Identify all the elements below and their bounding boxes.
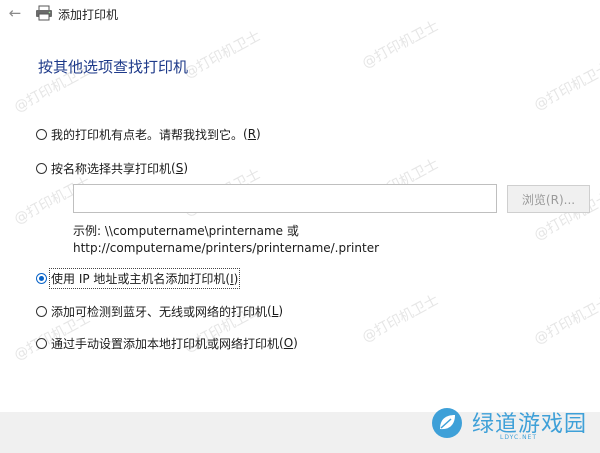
shared-printer-input[interactable] bbox=[73, 184, 497, 213]
example-line-2: http://computername/printers/printername… bbox=[73, 241, 380, 255]
option-bluetooth-wireless-label: 添加可检测到蓝牙、无线或网络的打印机 bbox=[51, 304, 268, 319]
radio-ip-address[interactable] bbox=[36, 272, 47, 284]
title-bar: ← 添加打印机 bbox=[0, 0, 600, 28]
page-heading: 按其他选项查找打印机 bbox=[38, 58, 189, 76]
example-line-1: 示例: \\computername\printername 或 bbox=[73, 224, 299, 238]
option-manual-setup-label: 通过手动设置添加本地打印机或网络打印机 bbox=[51, 336, 280, 351]
option-ip-address-label-group: 使用 IP 地址或主机名添加打印机(I) bbox=[48, 267, 241, 289]
site-logo: 绿道游戏园 LDYC.NET bbox=[424, 402, 594, 448]
watermark: @打印机卫士 bbox=[531, 60, 600, 114]
back-arrow-icon[interactable]: ← bbox=[6, 4, 24, 22]
browse-button[interactable]: 浏览(R)... bbox=[507, 185, 590, 213]
window-title: 添加打印机 bbox=[58, 8, 119, 22]
option-old-printer[interactable]: 我的打印机有点老。请帮我找到它。(R) bbox=[36, 125, 261, 143]
option-shared-printer-key: S bbox=[175, 161, 184, 175]
radio-bluetooth-wireless[interactable] bbox=[36, 305, 47, 317]
watermark: @打印机卫士 bbox=[531, 294, 600, 348]
printer-icon bbox=[36, 5, 52, 21]
option-old-printer-label: 我的打印机有点老。请帮我找到它。 bbox=[51, 127, 244, 142]
option-bluetooth-wireless-key: L bbox=[271, 304, 279, 318]
option-shared-printer-label: 按名称选择共享打印机 bbox=[51, 161, 172, 176]
option-ip-address-key: I bbox=[230, 271, 234, 286]
radio-old-printer[interactable] bbox=[36, 128, 47, 140]
example-text: 示例: \\computername\printername 或 http://… bbox=[73, 223, 379, 257]
option-manual-setup-key: O bbox=[283, 336, 294, 350]
option-bluetooth-wireless[interactable]: 添加可检测到蓝牙、无线或网络的打印机(L) bbox=[36, 302, 283, 320]
watermark: @打印机卫士 bbox=[181, 28, 264, 82]
option-shared-printer[interactable]: 按名称选择共享打印机(S) bbox=[36, 159, 188, 177]
radio-shared-printer[interactable] bbox=[36, 162, 47, 174]
radio-manual-setup[interactable] bbox=[36, 337, 47, 349]
watermark: @打印机卫士 bbox=[359, 292, 442, 346]
leaf-logo-icon bbox=[432, 408, 462, 438]
option-ip-address-label: 使用 IP 地址或主机名添加打印机 bbox=[51, 271, 226, 286]
option-old-printer-key: R bbox=[247, 127, 257, 141]
option-manual-setup[interactable]: 通过手动设置添加本地打印机或网络打印机(O) bbox=[36, 334, 298, 352]
option-ip-address[interactable]: 使用 IP 地址或主机名添加打印机(I) bbox=[36, 267, 241, 289]
logo-domain: LDYC.NET bbox=[500, 434, 538, 441]
